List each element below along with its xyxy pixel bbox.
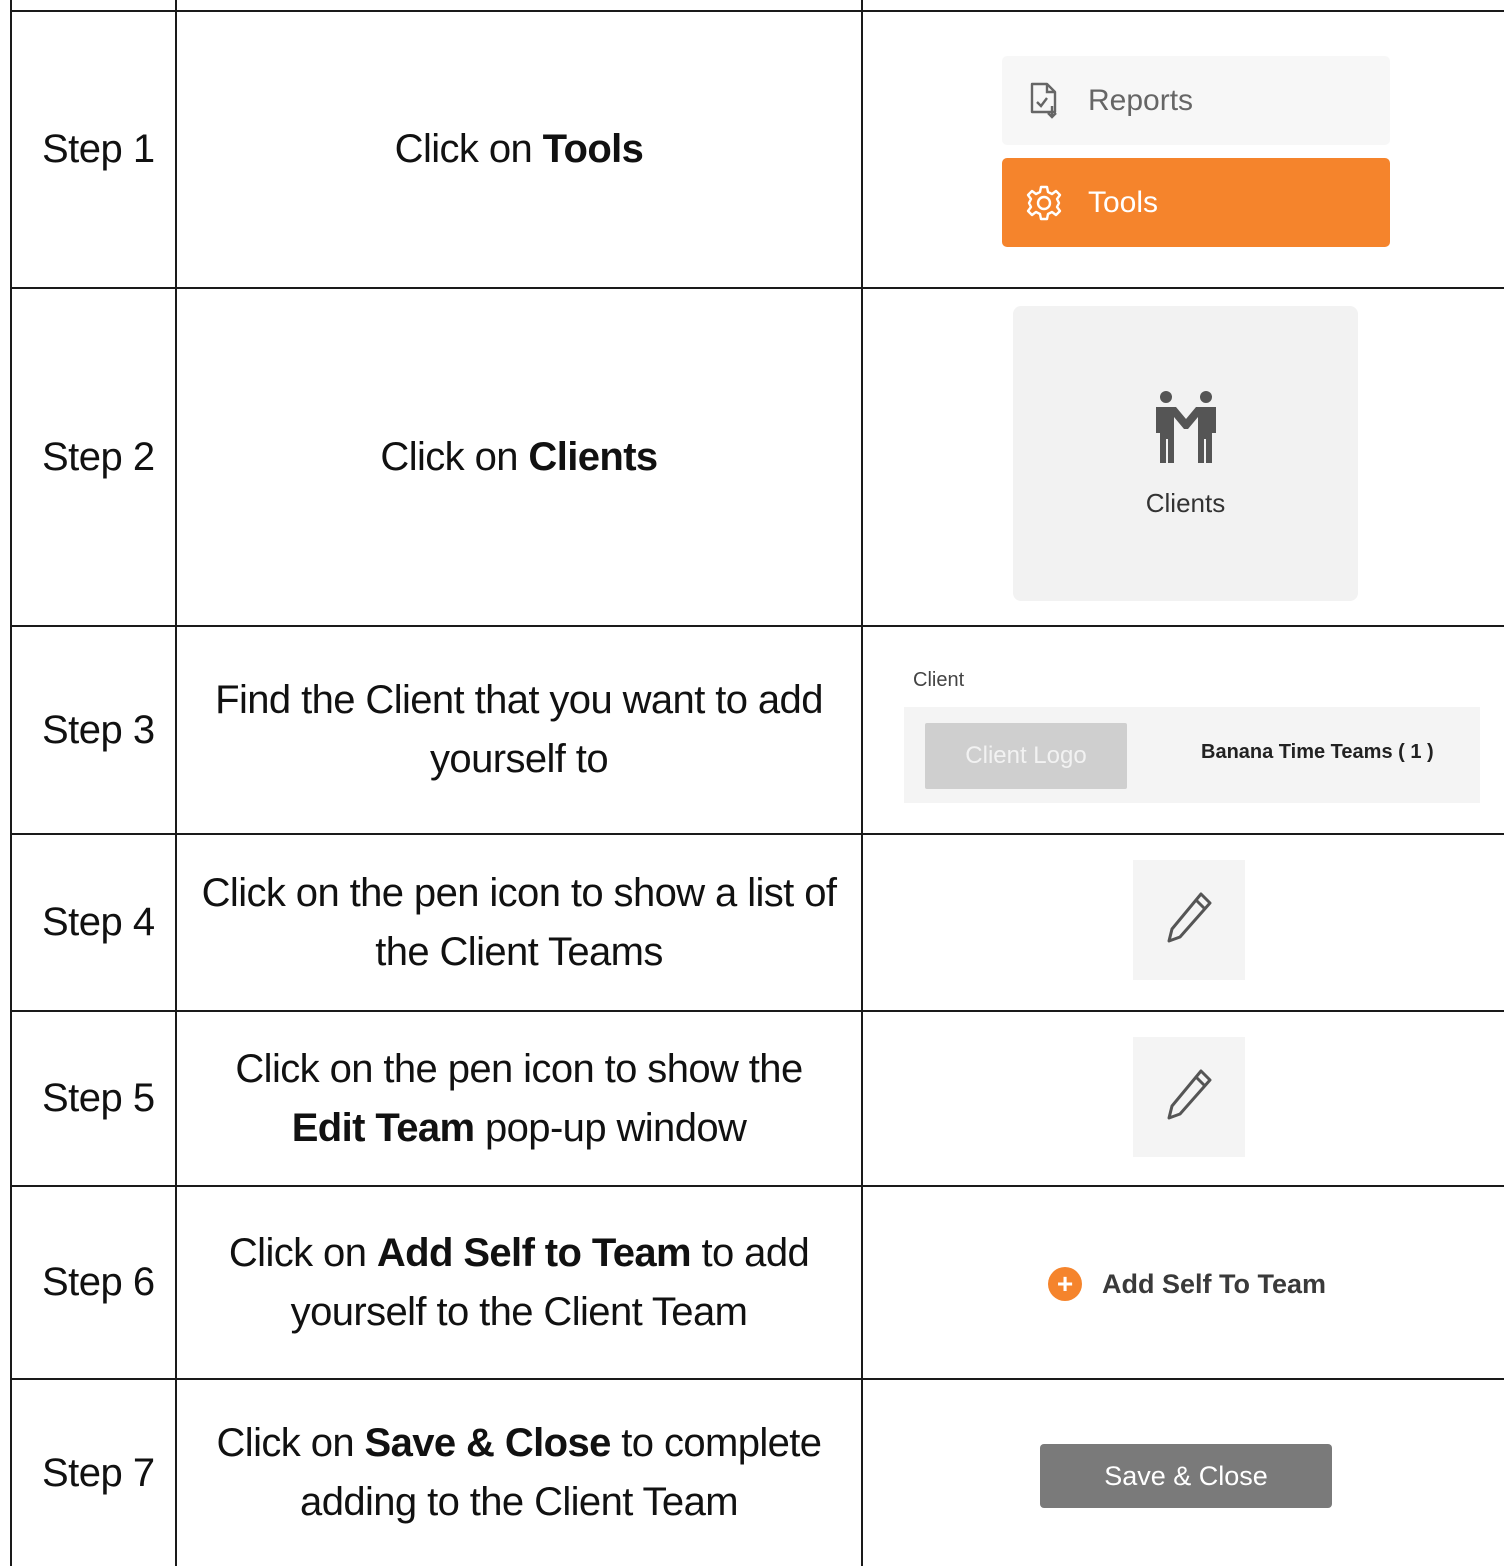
add-self-to-team-button[interactable]: + Add Self To Team: [1048, 1267, 1326, 1301]
menu-item-label: Reports: [1088, 83, 1194, 117]
step-label: Step 2: [42, 434, 155, 479]
step-description: Click on Add Self to Team to add yoursel…: [228, 1230, 810, 1334]
step-label: Step 5: [42, 1076, 155, 1120]
pencil-icon: [1163, 889, 1215, 952]
step-1-visual: Reports Tools: [863, 12, 1504, 287]
step-5-visual: [863, 1012, 1504, 1185]
step-description: Click on Clients: [380, 434, 658, 479]
people-icon: [1150, 389, 1222, 470]
step-label: Step 1: [42, 127, 155, 171]
step-label: Step 4: [42, 900, 155, 944]
gear-icon: [1024, 183, 1064, 223]
add-self-label: Add Self To Team: [1102, 1268, 1327, 1299]
edit-team-pen-button[interactable]: [1133, 1037, 1245, 1157]
step-2-visual: Clients: [863, 289, 1504, 625]
save-close-button[interactable]: Save & Close: [1040, 1444, 1332, 1508]
steps-table: Step 1 Click on Tools Reports Tools Step…: [0, 0, 1504, 1566]
step-4-visual: [863, 835, 1504, 1010]
menu-item-label: Tools: [1088, 185, 1159, 219]
step-description: Click on the pen icon to show the Edit T…: [235, 1046, 803, 1150]
step-label: Step 6: [42, 1260, 155, 1304]
client-team-name[interactable]: Banana Time Teams ( 1 ): [1201, 741, 1434, 764]
step-description: Find the Client that you want to add you…: [215, 678, 823, 781]
step-6-visual: + Add Self To Team: [863, 1187, 1504, 1378]
clients-card[interactable]: Clients: [1013, 306, 1358, 601]
client-logo-placeholder: Client Logo: [925, 723, 1127, 789]
clients-card-label: Clients: [1145, 487, 1226, 518]
step-description: Click on Tools: [394, 127, 644, 171]
pencil-icon: [1163, 1066, 1215, 1129]
plus-circle-icon: +: [1048, 1267, 1082, 1301]
step-7-visual: Save & Close: [863, 1380, 1504, 1566]
step-label: Step 7: [42, 1450, 155, 1495]
edit-pen-button[interactable]: [1133, 860, 1245, 980]
step-description: Click on the pen icon to show a list of …: [201, 870, 837, 974]
menu-item-reports[interactable]: Reports: [1002, 56, 1390, 145]
client-column-header: Client: [913, 669, 965, 691]
step-3-visual: Client Client Logo Banana Time Teams ( 1…: [863, 627, 1504, 833]
report-download-icon: [1024, 81, 1064, 121]
menu-item-tools[interactable]: Tools: [1002, 158, 1390, 247]
step-description: Click on Save & Close to complete adding…: [216, 1421, 823, 1524]
step-label: Step 3: [42, 707, 155, 752]
client-row[interactable]: Client Logo Banana Time Teams ( 1 ): [904, 707, 1480, 803]
